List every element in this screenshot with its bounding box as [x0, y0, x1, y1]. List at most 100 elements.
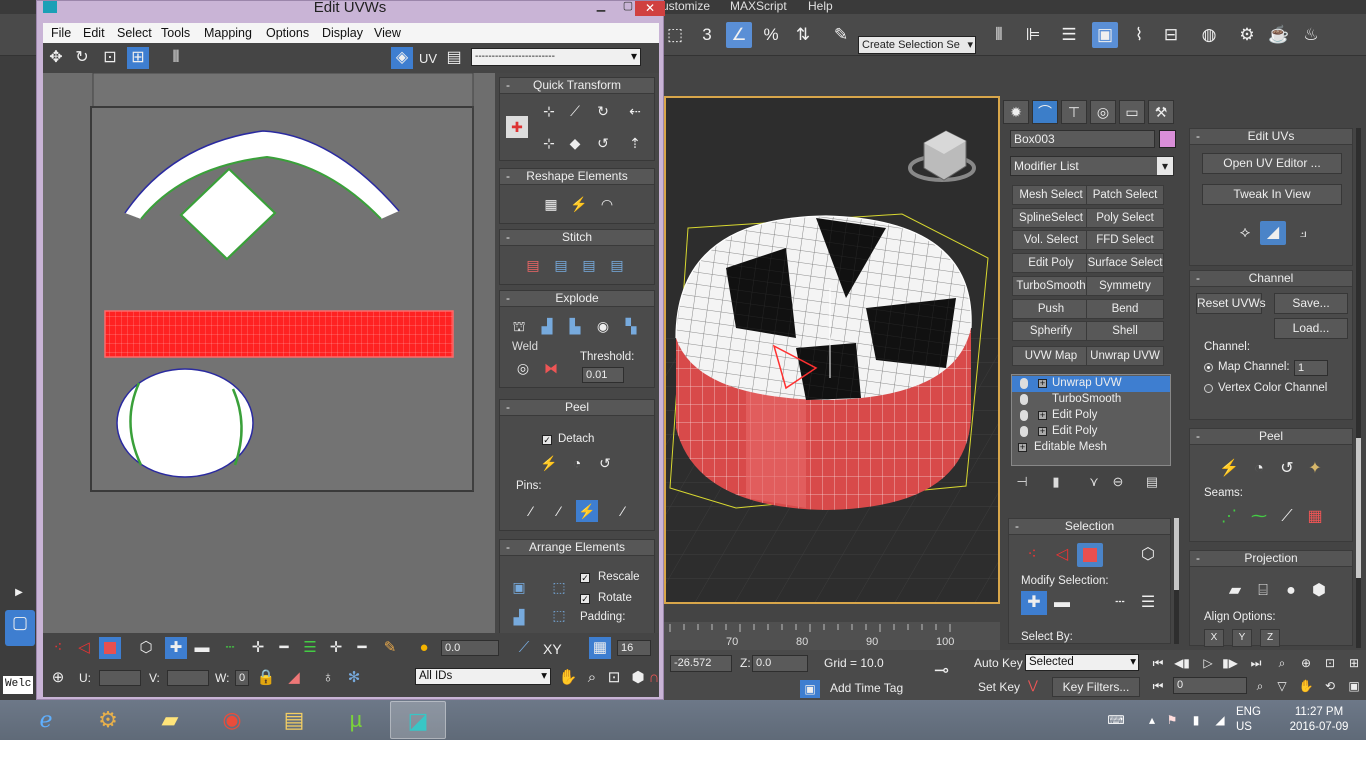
flatten-by-polygon-icon[interactable]: ▟	[536, 315, 558, 337]
zoom-extents-icon[interactable]: ⊡	[1320, 655, 1340, 671]
ring-selection-icon[interactable]: ┄	[1107, 591, 1133, 615]
expand-icon[interactable]: +	[1038, 411, 1047, 420]
mod-button-patch-select[interactable]: Patch Select	[1086, 185, 1164, 205]
modifier-list-dropdown[interactable]: Modifier List	[1010, 156, 1174, 176]
cylindrical-map-icon[interactable]: ⌸	[1250, 579, 1276, 603]
break-icon[interactable]: ⛫	[508, 315, 530, 337]
select-pins-icon[interactable]: ⁄	[612, 500, 634, 522]
chrome-icon[interactable]: ◉	[204, 701, 260, 739]
pan-view-icon[interactable]: ✋	[557, 667, 579, 689]
mod-button-push[interactable]: Push	[1012, 299, 1090, 319]
menu-options[interactable]: Options	[266, 25, 309, 41]
stack-item-turbosmooth[interactable]: TurboSmooth	[1012, 392, 1170, 408]
rollout-header[interactable]: - Peel	[500, 400, 654, 416]
close-button[interactable]: ✕	[635, 1, 665, 16]
control-panel-icon[interactable]: ⚙	[80, 701, 136, 739]
window-crossing-icon[interactable]: ⬚	[662, 22, 688, 48]
auto-key-button[interactable]: Auto Key	[974, 656, 1023, 670]
play-icon[interactable]: ▷	[1198, 655, 1218, 671]
mod-button-spherify[interactable]: Spherify	[1012, 321, 1090, 341]
map-channel-radio[interactable]	[1204, 363, 1213, 372]
grid-snap-icon[interactable]: ▦	[589, 637, 611, 659]
menu-customize[interactable]: ustomize	[662, 0, 710, 13]
make-unique-icon[interactable]: ⋎	[1086, 474, 1102, 490]
cylinder-mesh[interactable]	[675, 215, 972, 510]
absolute-mode-icon[interactable]: ⊕	[47, 667, 69, 689]
go-to-start-icon[interactable]: ⏮	[1148, 655, 1168, 671]
previous-frame-icon[interactable]: ◀▮	[1172, 655, 1192, 671]
object-name-field[interactable]: Box003	[1010, 130, 1155, 148]
lock-icon[interactable]: 🔒	[255, 667, 277, 689]
key-mode-toggle-icon[interactable]: ⏮	[1148, 678, 1168, 694]
rotate-checkbox[interactable]: ✓	[580, 594, 590, 604]
minimize-button[interactable]: ▁	[587, 1, 615, 13]
time-tag-icon[interactable]: ▣	[800, 680, 820, 698]
w-coordinate-field[interactable]: 0	[235, 670, 249, 686]
weld-selected-icon[interactable]: ⧓	[540, 357, 562, 379]
perspective-viewport[interactable]	[664, 96, 1000, 604]
display-tab-icon[interactable]: ▭	[1119, 100, 1145, 124]
utorrent-icon[interactable]: µ	[328, 701, 384, 739]
scale-icon[interactable]: ⊡	[99, 47, 121, 69]
stitch-to-source-icon[interactable]: ▤	[578, 254, 600, 276]
rollout-header[interactable]: - Peel	[1190, 429, 1352, 445]
mod-button-spline-select[interactable]: SplineSelect	[1012, 208, 1090, 228]
planar-map-icon[interactable]: ▰	[1222, 579, 1248, 603]
flatten-by-material-icon[interactable]: ◉	[592, 315, 614, 337]
bulb-icon[interactable]	[1020, 378, 1028, 389]
zoom-extents-all-icon[interactable]: ⊞	[1344, 655, 1364, 671]
command-panel-scrollbar[interactable]	[1174, 518, 1179, 644]
rescale-checkbox[interactable]: ✓	[580, 573, 590, 583]
tweak-in-view-button[interactable]: Tweak In View	[1202, 184, 1342, 205]
render-icon[interactable]: ♨	[1298, 22, 1324, 48]
threshold-spinner[interactable]: 0.01	[582, 367, 624, 383]
viewport-layout-icon[interactable]: ▢	[5, 610, 35, 646]
set-key-button[interactable]: Set Key	[978, 680, 1020, 694]
motion-tab-icon[interactable]: ◎	[1090, 100, 1116, 124]
grow-selection-icon[interactable]: ✚	[1021, 591, 1047, 615]
menu-view[interactable]: View	[374, 25, 401, 41]
pan-icon[interactable]: ✋	[1296, 678, 1316, 694]
hide-icon[interactable]: ♁	[317, 667, 339, 689]
reset-peel-icon[interactable]: ↺	[594, 452, 616, 474]
file-explorer-icon[interactable]: ▤	[266, 701, 322, 739]
rollout-header[interactable]: - Reshape Elements	[500, 169, 654, 185]
zoom-all-icon[interactable]: ⊕	[1296, 655, 1316, 671]
rollout-header[interactable]: - Projection	[1190, 551, 1352, 567]
mod-button-bend[interactable]: Bend	[1086, 299, 1164, 319]
pelt-map-icon[interactable]: ✦	[1302, 457, 1328, 481]
vertex-select-icon[interactable]: ⁖	[47, 637, 69, 659]
menu-select[interactable]: Select	[117, 25, 152, 41]
rotate-ccw-icon[interactable]: ↺	[592, 132, 614, 154]
seams-to-edge-sel-icon[interactable]: ⟋	[1274, 505, 1300, 529]
stitch-custom-icon[interactable]: ▤	[606, 254, 628, 276]
zoom-icon[interactable]: ⌕	[1272, 655, 1292, 671]
pack-normalize-icon[interactable]: ▣	[508, 576, 530, 598]
space-vertical-icon[interactable]: ⇡	[624, 132, 646, 154]
xy-label[interactable]: XY	[543, 641, 562, 657]
snap-3d-icon[interactable]: 3	[694, 22, 720, 48]
u-coordinate-field[interactable]	[99, 670, 141, 686]
box-map-icon[interactable]: ⬢	[1306, 579, 1332, 603]
open-uv-editor-button[interactable]: Open UV Editor ...	[1202, 153, 1342, 174]
pin-icon[interactable]: ⁄	[520, 500, 542, 522]
bulb-icon[interactable]	[1020, 426, 1028, 437]
stitch-to-average-icon[interactable]: ▤	[550, 254, 572, 276]
shrink-ring-icon[interactable]: ━	[351, 637, 373, 659]
timeline[interactable]: 70 80 90 100	[664, 622, 1000, 650]
paint-select-icon[interactable]: ✎	[379, 637, 401, 659]
layer-manager-icon[interactable]: ☰	[1056, 22, 1082, 48]
grow-loop-icon[interactable]: ✛	[247, 637, 269, 659]
spinner-snap-icon[interactable]: ⇅	[790, 22, 816, 48]
uv-shell-sphere[interactable]	[116, 368, 254, 478]
select-element-icon[interactable]: ⬡	[1135, 543, 1161, 567]
load-uvws-button[interactable]: Load...	[1274, 318, 1348, 339]
mod-button-ffd-select[interactable]: FFD Select	[1086, 230, 1164, 250]
peel-mode-icon[interactable]: ◔	[1246, 457, 1272, 481]
element-select-icon[interactable]: ⬡	[135, 637, 157, 659]
add-time-tag-label[interactable]: Add Time Tag	[830, 681, 903, 695]
grow-icon[interactable]: ✚	[165, 637, 187, 659]
mod-button-poly-select[interactable]: Poly Select	[1086, 208, 1164, 228]
menu-help[interactable]: Help	[808, 0, 833, 13]
tweak-tool-icon[interactable]: ⟓	[1290, 221, 1316, 245]
